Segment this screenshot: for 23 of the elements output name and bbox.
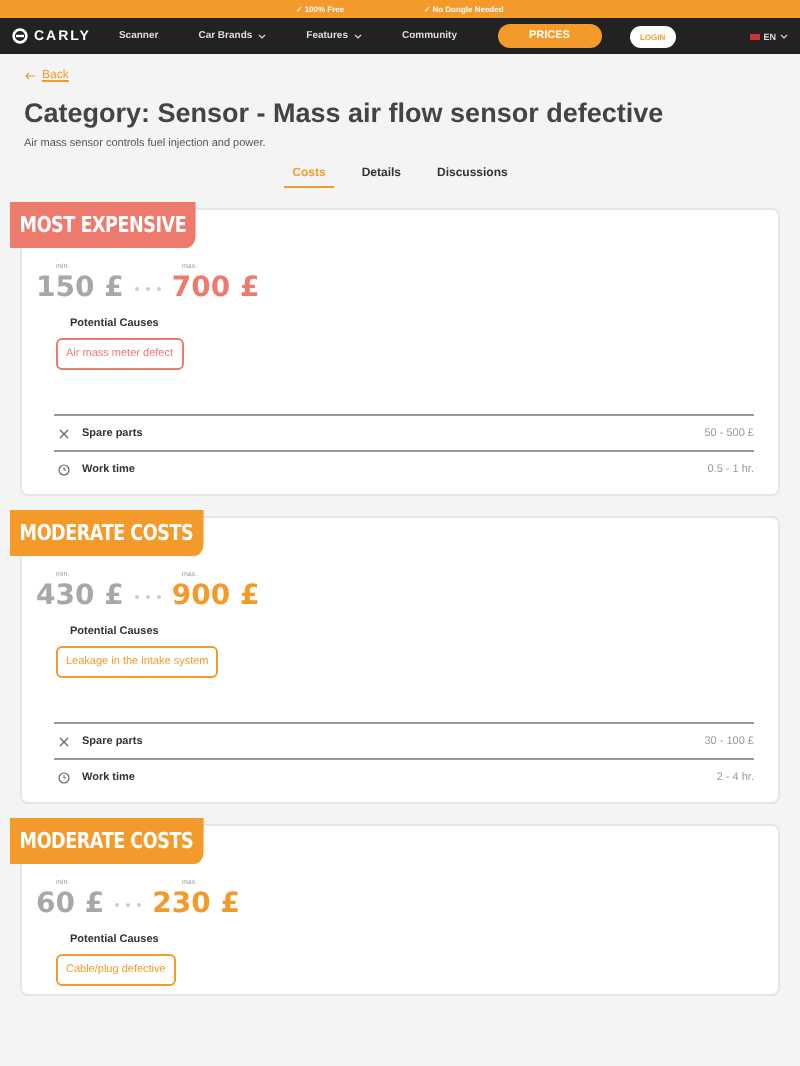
caret-icon <box>780 33 788 39</box>
caret-icon <box>354 33 362 39</box>
cost-badge: MODERATE COSTS <box>10 818 203 864</box>
cost-badge: MODERATE COSTS <box>10 510 203 556</box>
max-price: 700 £ <box>171 272 260 304</box>
min-price: 430 £ <box>36 580 124 612</box>
max-price: 230 £ <box>152 888 240 920</box>
page-title: Category: Sensor - Mass air flow sensor defective <box>24 98 666 128</box>
caret-icon <box>258 33 267 39</box>
max-price: 900 £ <box>171 580 260 612</box>
min-price: 150 £ <box>36 272 124 304</box>
clock-icon <box>58 772 70 784</box>
arrow-left-icon <box>24 72 36 80</box>
tools-icon <box>58 428 70 440</box>
dots-icon <box>133 593 162 599</box>
clock-icon <box>58 464 70 476</box>
dots-icon <box>114 901 143 907</box>
tools-icon <box>58 736 70 748</box>
logo-icon <box>12 28 28 44</box>
min-price: 60 £ <box>36 888 105 920</box>
flag-icon <box>749 33 760 39</box>
cost-badge: MOST EXPENSIVE <box>10 202 196 248</box>
dots-icon <box>133 285 162 291</box>
